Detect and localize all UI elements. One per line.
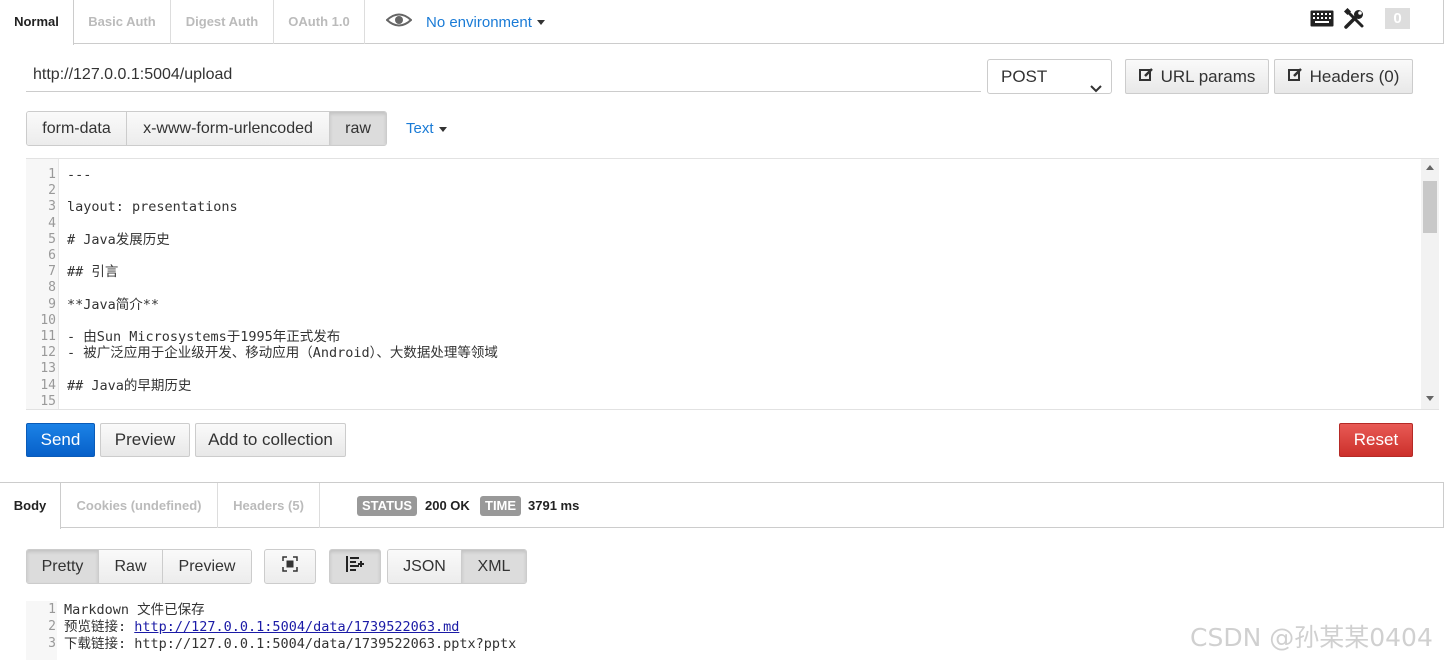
line-number: 3 [48,636,56,651]
line-number: 1 [48,602,56,617]
preview-button[interactable]: Preview [100,423,190,457]
tab-normal[interactable]: Normal [0,0,74,45]
reset-button[interactable]: Reset [1339,423,1413,457]
body-mode-selector: form-data x-www-form-urlencoded raw [26,111,387,146]
wrap-lines-icon [345,555,365,578]
keyboard-icon[interactable] [1310,10,1334,32]
code-line: --- [67,167,92,183]
edit-icon [1287,67,1303,87]
tab-cookies[interactable]: Cookies (undefined) [61,483,218,528]
status-value: 200 OK [425,498,470,513]
line-number: 5 [48,231,56,247]
time-value: 3791 ms [528,498,580,513]
view-pretty[interactable]: Pretty [27,550,99,583]
line-number: 2 [48,619,56,634]
status-badge: STATUS [357,496,418,516]
raw-type-dropdown[interactable]: Text [406,120,447,137]
line-number: 6 [48,248,56,263]
line-number: 8 [48,280,56,296]
code-line: layout: presentations [67,199,238,216]
body-mode-urlencoded[interactable]: x-www-form-urlencoded [127,112,330,145]
tab-body[interactable]: Body [0,483,61,529]
headers-label: Headers (0) [1309,66,1400,86]
line-number: 1 [48,167,56,182]
format-xml[interactable]: XML [462,550,526,583]
response-line: Markdown 文件已保存 [64,602,205,618]
code-line: # Java发展历史 [67,231,170,248]
body-mode-raw[interactable]: raw [330,112,386,145]
response-format-selector: JSON XML [387,549,527,584]
fullscreen-button[interactable] [264,549,316,584]
environment-label[interactable]: No environment [426,14,545,31]
watermark: CSDN @孙某某0404 [1190,623,1433,652]
url-params-button[interactable]: URL params [1125,59,1269,94]
view-preview[interactable]: Preview [163,550,251,583]
line-number: 12 [40,345,56,361]
line-number: 9 [48,296,56,312]
tab-oauth[interactable]: OAuth 1.0 [274,0,365,44]
time-badge: TIME [480,496,522,516]
line-number: 2 [48,183,56,199]
edit-icon [1138,67,1154,87]
notification-counter[interactable]: 0 [1385,8,1410,29]
send-button[interactable]: Send [26,423,95,457]
tab-response-headers[interactable]: Headers (5) [218,483,320,528]
eye-icon[interactable] [385,12,413,33]
line-number: 13 [40,361,56,377]
view-raw[interactable]: Raw [99,550,163,583]
line-number: 10 [40,312,56,328]
line-number: 4 [48,215,56,231]
auth-tab-bar: Normal Basic Auth Digest Auth OAuth 1.0 … [0,0,1444,45]
code-line: ## 引言 [67,264,119,281]
url-params-label: URL params [1160,66,1256,86]
wrap-lines-button[interactable] [329,549,381,584]
editor-scrollbar[interactable] [1421,159,1439,409]
code-line: - 被广泛应用于企业级开发、移动应用（Android）、大数据处理等领域 [67,345,498,362]
fullscreen-icon [282,556,298,577]
environment-selector[interactable]: No environment [385,0,545,44]
code-line: **Java简介** [67,296,160,313]
response-view-selector: Pretty Raw Preview [26,549,252,584]
scroll-up-icon[interactable] [1426,165,1434,170]
response-tab-bar: Body Cookies (undefined) Headers (5) STA… [0,482,1444,529]
chevron-down-icon [1090,71,1102,104]
line-number: 7 [48,264,56,280]
line-number: 11 [40,329,56,344]
tab-basic-auth[interactable]: Basic Auth [74,0,171,44]
method-label: POST [1001,67,1048,86]
line-number: 15 [40,393,56,409]
code-line: - 由Sun Microsystems于1995年正式发布 [67,329,341,345]
body-editor[interactable]: 1 --- 2 3 layout: presentations 4 5 # Java发展历史 6… [26,158,1439,410]
response-line: 预览链接: http://127.0.0.1:5004/data/1739522… [64,619,460,635]
headers-button[interactable]: Headers (0) [1274,59,1413,94]
method-select[interactable]: POST [987,59,1112,94]
scroll-thumb[interactable] [1423,181,1437,233]
line-number: 14 [40,377,56,393]
line-number: 3 [48,199,56,215]
url-input[interactable] [26,59,981,92]
response-line: 下载链接: http://127.0.0.1:5004/data/1739522… [64,636,517,652]
add-to-collection-button[interactable]: Add to collection [195,423,346,457]
code-line: ## Java的早期历史 [67,377,192,394]
body-mode-form-data[interactable]: form-data [27,112,127,145]
tab-digest-auth[interactable]: Digest Auth [171,0,274,44]
preview-link[interactable]: http://127.0.0.1:5004/data/1739522063.md [134,619,459,635]
chevron-down-icon [536,20,545,26]
settings-wrench-icon[interactable] [1343,7,1365,35]
scroll-down-icon[interactable] [1426,396,1434,401]
format-json[interactable]: JSON [388,550,462,583]
chevron-down-icon [438,126,447,132]
